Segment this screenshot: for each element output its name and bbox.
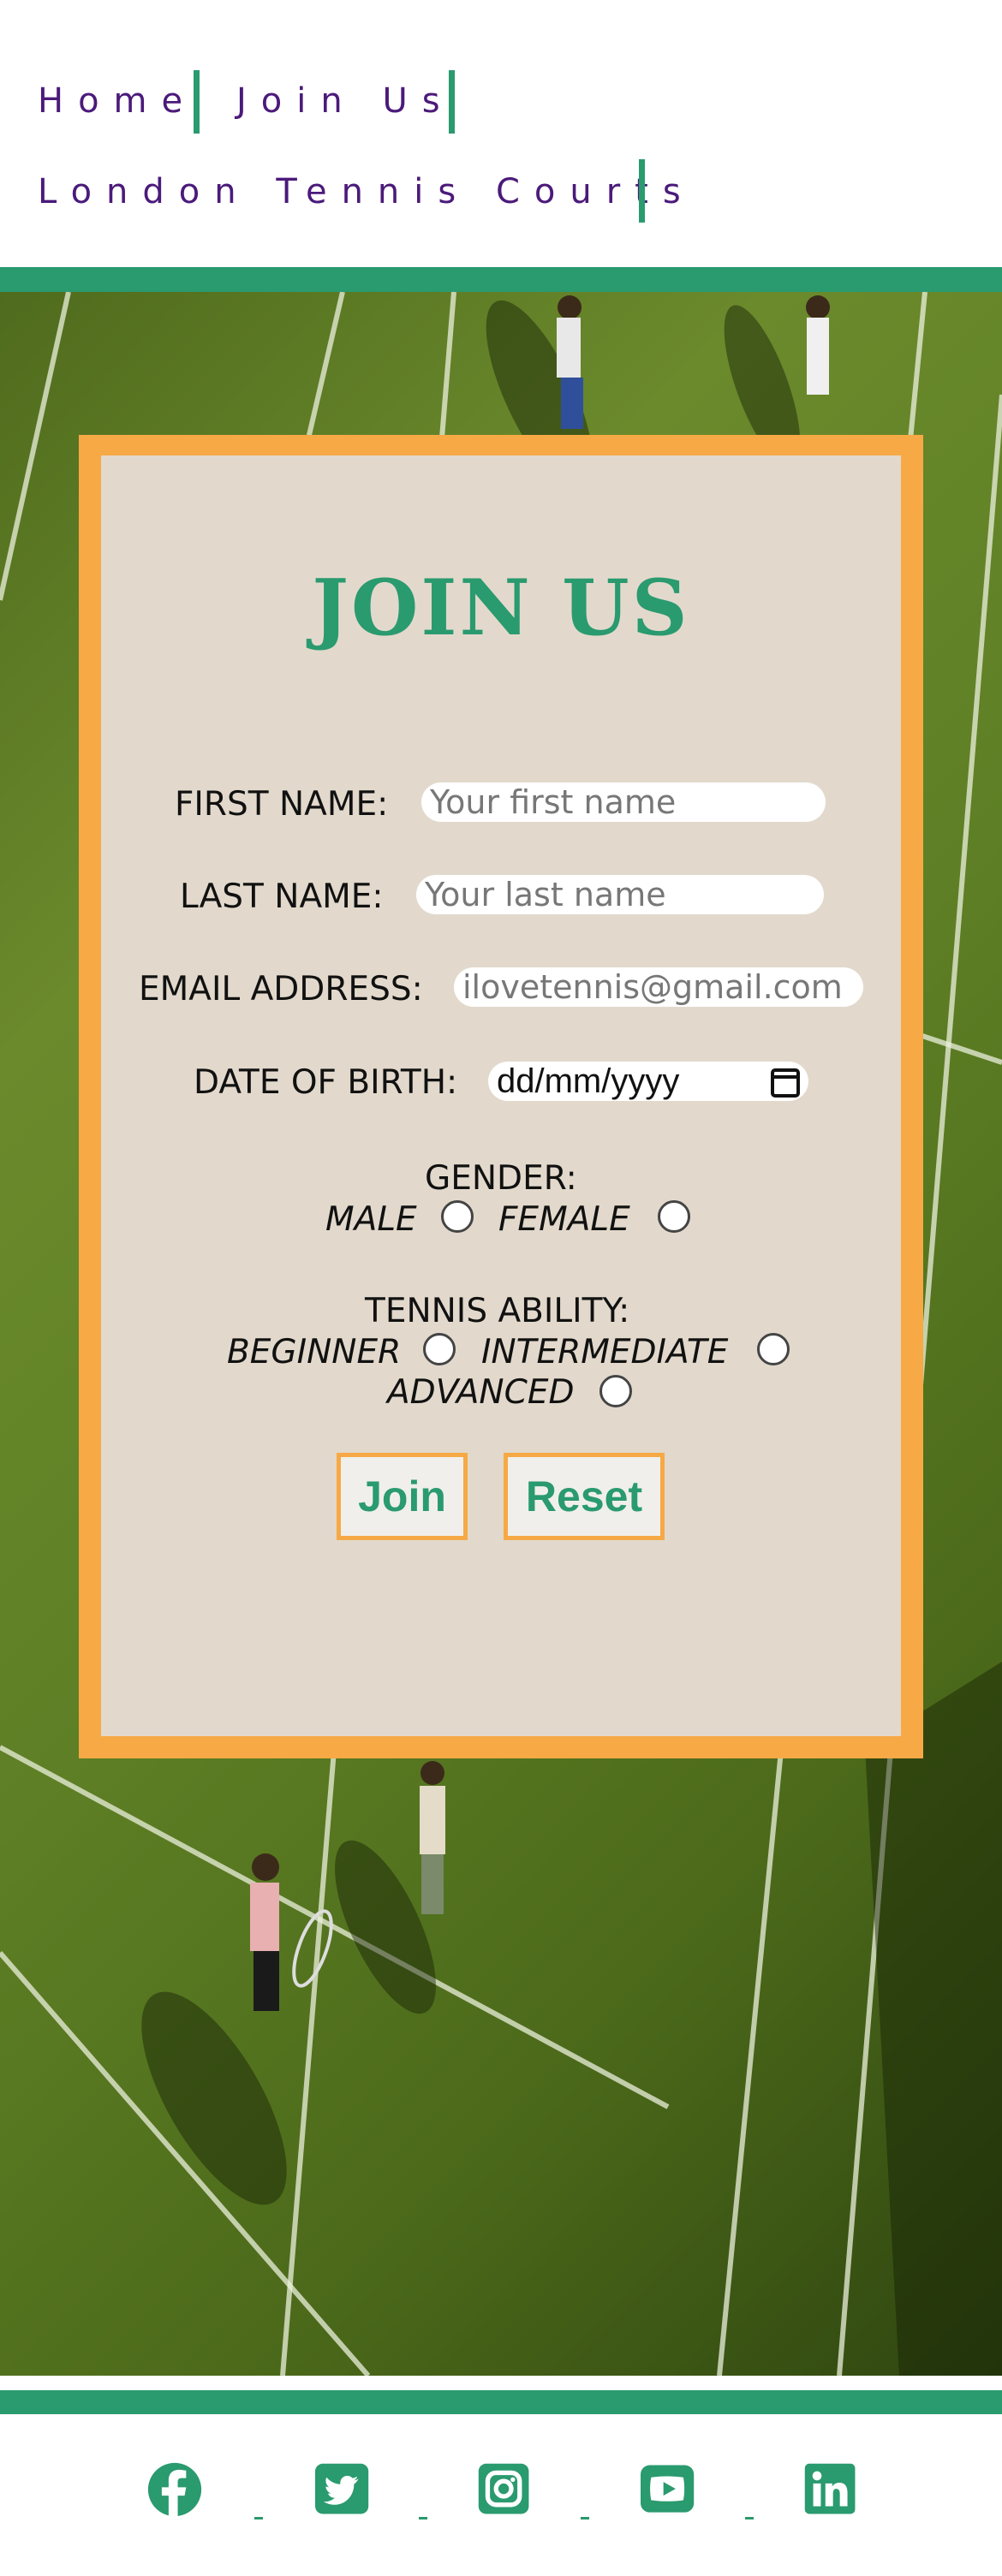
reset-button[interactable]: Reset [504,1453,665,1540]
first-name-input[interactable]: Your first name [421,782,826,822]
last-name-input[interactable]: Your last name [416,875,824,914]
nav-divider [639,159,645,223]
email-label: EMAIL ADDRESS: [139,970,423,1008]
ability-advanced-radio[interactable] [599,1375,632,1407]
gender-label: GENDER: [425,1159,577,1198]
footer-divider-bar [0,2390,1002,2414]
nav-link-home[interactable]: Home [38,80,197,122]
footer-separator [254,2517,263,2519]
nav-link-join-us[interactable]: Join Us [236,80,455,122]
dob-label: DATE OF BIRTH: [194,1063,458,1102]
gender-female-radio[interactable] [658,1200,690,1233]
last-name-label: LAST NAME: [180,878,384,916]
nav-divider [449,70,455,134]
email-input[interactable]: ilovetennis@gmail.com [454,967,863,1007]
footer-separator [745,2517,754,2519]
ability-intermediate-radio[interactable] [757,1333,790,1365]
instagram-icon[interactable] [474,2462,535,2517]
join-button[interactable]: Join [337,1453,468,1540]
form-title: JOIN US [312,562,690,653]
header-divider-bar [0,267,1002,292]
first-name-label: FIRST NAME: [175,785,389,824]
dob-input-text: dd/mm/yyyy [497,1062,680,1100]
ability-beginner-radio[interactable] [423,1333,456,1365]
facebook-icon[interactable] [144,2462,206,2517]
ability-option-advanced-label: ADVANCED [387,1373,575,1412]
tennis-ability-label: TENNIS ABILITY: [365,1292,630,1330]
gender-option-female-label: FEMALE [498,1200,630,1239]
nav-link-london-tennis-courts[interactable]: London Tennis Courts [38,171,695,212]
calendar-icon[interactable] [771,1068,800,1098]
twitter-icon[interactable] [312,2462,373,2517]
linkedin-icon[interactable] [800,2462,862,2517]
footer-separator [419,2517,427,2519]
youtube-icon[interactable] [637,2462,699,2517]
ability-option-intermediate-label: INTERMEDIATE [481,1333,729,1371]
footer-separator [581,2517,589,2519]
nav-divider [194,70,200,134]
footer [0,2414,1002,2576]
dob-input[interactable]: dd/mm/yyyy [488,1062,808,1101]
top-navigation: Home Join Us London Tennis Courts [0,0,1002,267]
ability-option-beginner-label: BEGINNER [227,1333,402,1371]
gender-male-radio[interactable] [441,1200,474,1233]
gender-option-male-label: MALE [325,1200,417,1239]
